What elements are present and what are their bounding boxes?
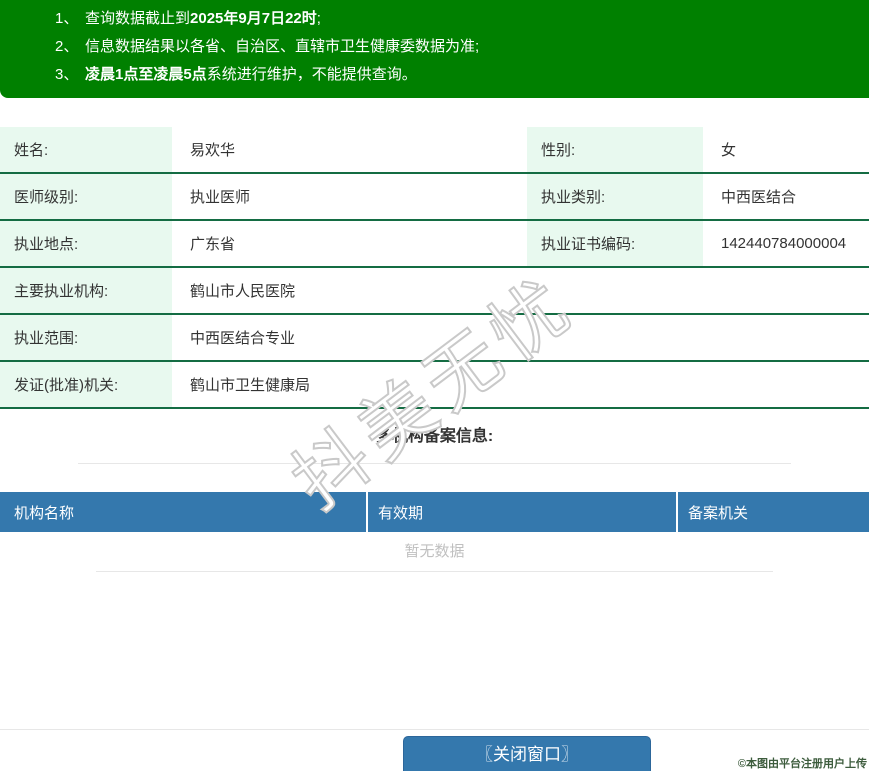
info-label-category: 执业类别: xyxy=(527,174,703,219)
close-window-button[interactable]: 〖关闭窗口〗 xyxy=(403,736,651,771)
info-label-scope: 执业范围: xyxy=(0,315,172,360)
info-value-location: 广东省 xyxy=(190,236,236,253)
info-label-main-institution: 主要执业机构: xyxy=(0,268,172,313)
physician-info-table: 姓名: 易欢华 性别: 女 医师级别: 执业医师 执业类别: 中西医结合 执业地… xyxy=(0,127,869,409)
notice-text: 系统进行维护，不能提供查询。 xyxy=(206,66,417,83)
info-row-location-cert: 执业地点: 广东省 执业证书编码: 142440784000004 xyxy=(0,221,869,268)
info-value-cert-number: 142440784000004 xyxy=(721,235,847,252)
notice-text-bold: 2025年9月7日22时 xyxy=(190,10,317,27)
info-label-gender: 性别: xyxy=(527,127,703,172)
notice-item-1: 1、 查询数据截止到2025年9月7日22时; xyxy=(0,5,869,33)
divider xyxy=(0,729,869,730)
notice-text: 查询数据截止到 xyxy=(85,10,191,27)
info-row-name-gender: 姓名: 易欢华 性别: 女 xyxy=(0,127,869,174)
info-value-scope: 中西医结合专业 xyxy=(190,330,296,347)
notice-number: 1、 xyxy=(55,10,79,27)
info-value-issuing-authority: 鹤山市卫生健康局 xyxy=(190,377,311,394)
notice-banner: 1、 查询数据截止到2025年9月7日22时; 2、 信息数据结果以各省、自治区、直… xyxy=(0,0,869,98)
info-row-scope: 执业范围: 中西医结合专业 xyxy=(0,315,869,362)
notice-item-2: 2、 信息数据结果以各省、自治区、直辖市卫生健康委数据为准; xyxy=(0,33,869,61)
filing-column-institution: 机构名称 xyxy=(0,492,368,532)
info-row-level-category: 医师级别: 执业医师 执业类别: 中西医结合 xyxy=(0,174,869,221)
info-label-issuing-authority: 发证(批准)机关: xyxy=(0,362,172,407)
info-label-name: 姓名: xyxy=(0,127,172,172)
info-value-gender: 女 xyxy=(721,142,737,159)
info-value-name: 易欢华 xyxy=(190,142,236,159)
notice-item-3: 3、 凌晨1点至凌晨5点系统进行维护，不能提供查询。 xyxy=(0,61,869,89)
info-label-cert-number: 执业证书编码: xyxy=(527,221,703,266)
filing-column-validity: 有效期 xyxy=(368,492,678,532)
filing-section-title: 多机构备案信息: xyxy=(78,409,791,464)
info-row-main-institution: 主要执业机构: 鹤山市人民医院 xyxy=(0,268,869,315)
notice-number: 3、 xyxy=(55,66,79,83)
info-label-level: 医师级别: xyxy=(0,174,172,219)
notice-text: 信息数据结果以各省、自治区、直辖市卫生健康委数据为准; xyxy=(85,38,480,55)
filing-table-header: 机构名称 有效期 备案机关 xyxy=(0,492,869,532)
notice-text-bold: 凌晨1点至凌晨5点 xyxy=(85,66,207,83)
upload-credit-note: ©本图由平台注册用户上传 xyxy=(737,758,867,770)
filing-column-authority: 备案机关 xyxy=(688,504,749,522)
notice-text: ; xyxy=(316,10,321,27)
info-value-level: 执业医师 xyxy=(190,189,251,206)
info-row-issuing-authority: 发证(批准)机关: 鹤山市卫生健康局 xyxy=(0,362,869,409)
info-label-location: 执业地点: xyxy=(0,221,172,266)
query-result-page: 1、 查询数据截止到2025年9月7日22时; 2、 信息数据结果以各省、自治区、直… xyxy=(0,0,869,771)
info-value-category: 中西医结合 xyxy=(721,189,797,206)
info-value-main-institution: 鹤山市人民医院 xyxy=(190,283,296,300)
empty-data-text: 暂无数据 xyxy=(96,532,773,572)
notice-number: 2、 xyxy=(55,38,79,55)
